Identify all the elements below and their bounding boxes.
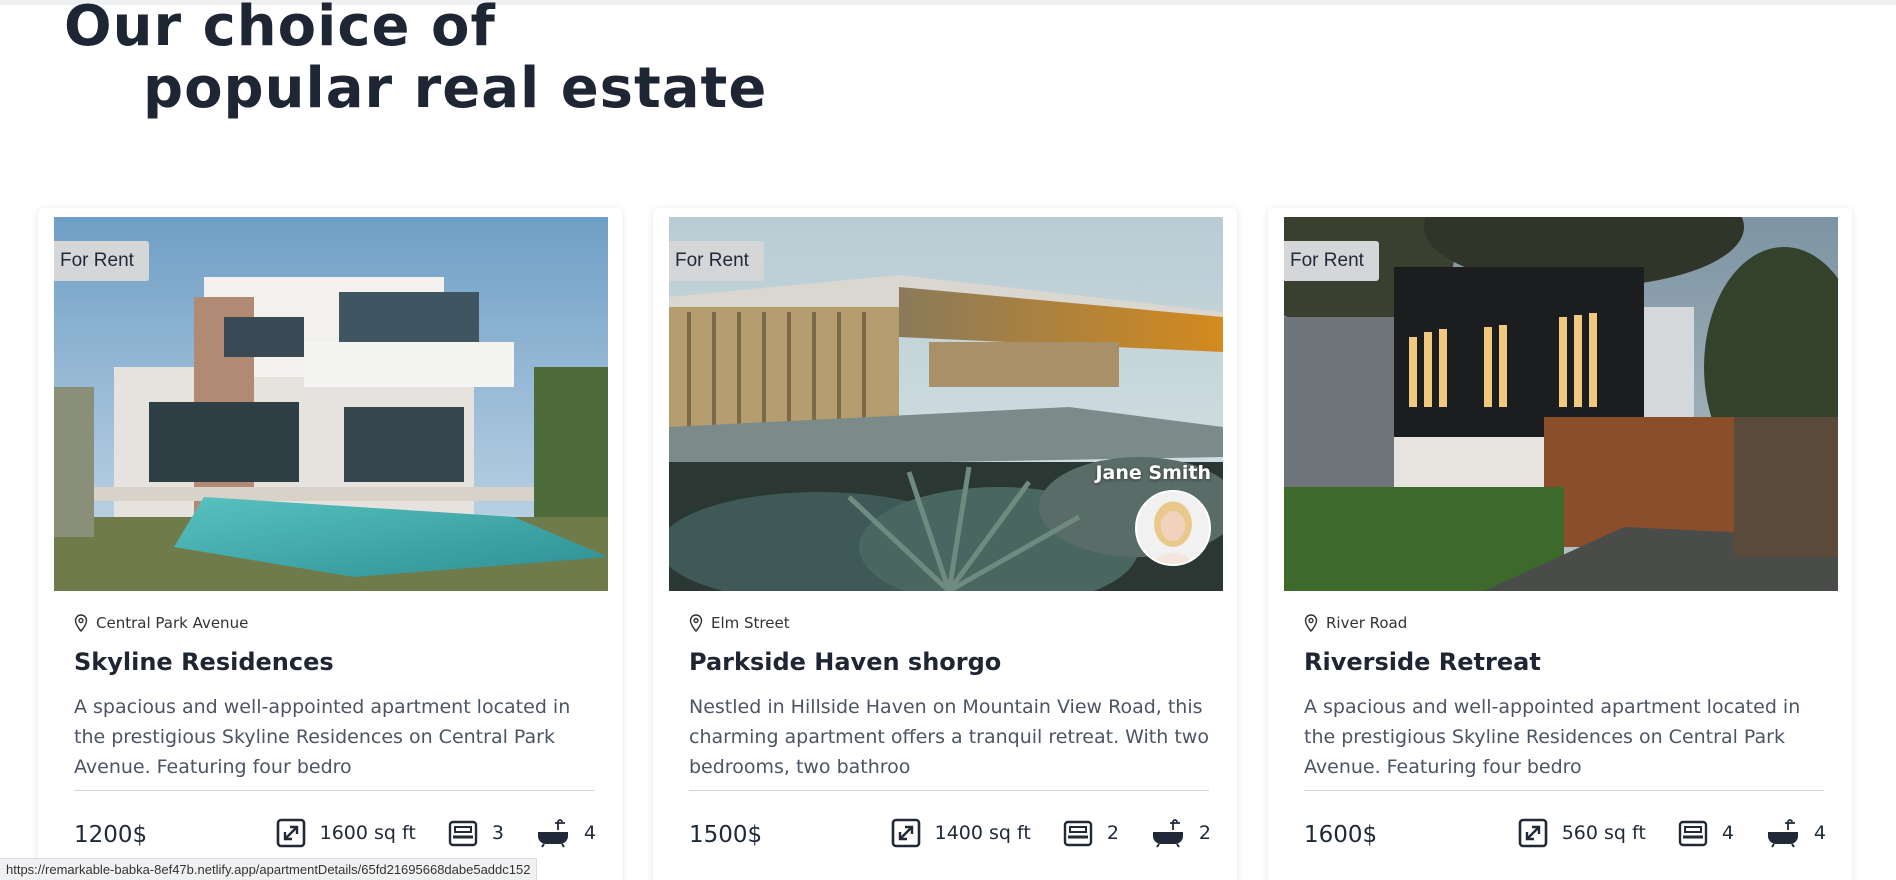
property-card[interactable]: For Rent Jane Smith Elm Street Parkside … <box>653 208 1237 880</box>
price: 1500$ <box>689 822 763 848</box>
location-label: Elm Street <box>711 614 790 632</box>
link-status-bar: https://remarkable-babka-8ef47b.netlify.… <box>0 858 538 880</box>
bedrooms-value: 2 <box>1106 822 1119 844</box>
bed-icon <box>1063 820 1093 847</box>
price: 1600$ <box>1304 822 1378 848</box>
property-description: Nestled in Hillside Haven on Mountain Vi… <box>689 696 1209 778</box>
divider <box>1304 790 1824 791</box>
property-photo[interactable]: For Rent Jane Smith <box>669 217 1223 591</box>
agent-portrait-image <box>1137 492 1209 564</box>
area-feature: 1600 sq ft <box>276 818 416 848</box>
property-title[interactable]: Skyline Residences <box>74 648 334 676</box>
bedrooms-feature: 2 <box>1063 818 1119 848</box>
map-pin-icon <box>1304 614 1318 632</box>
expand-icon <box>276 818 305 848</box>
property-photo[interactable]: For Rent <box>54 217 608 591</box>
bedrooms-value: 4 <box>1721 822 1734 844</box>
map-pin-icon <box>74 614 88 632</box>
property-description: A spacious and well-appointed apartment … <box>1304 696 1801 778</box>
location: River Road <box>1304 614 1407 632</box>
agent-info[interactable]: Jane Smith <box>1095 462 1211 566</box>
bedrooms-feature: 4 <box>1678 818 1734 848</box>
location: Elm Street <box>689 614 790 632</box>
property-card[interactable]: For Rent Central Park Avenue Skyline Res… <box>38 208 622 880</box>
divider <box>74 790 594 791</box>
bedrooms-feature: 3 <box>448 818 504 848</box>
bed-icon <box>448 820 478 847</box>
expand-icon <box>891 818 920 848</box>
area-value: 560 sq ft <box>1561 822 1646 844</box>
for-rent-badge: For Rent <box>1284 241 1379 281</box>
avatar[interactable] <box>1135 490 1211 566</box>
bathrooms-feature: 2 <box>1151 818 1211 848</box>
property-title[interactable]: Riverside Retreat <box>1304 648 1541 676</box>
bedrooms-value: 3 <box>491 822 504 844</box>
property-description: A spacious and well-appointed apartment … <box>74 696 571 778</box>
area-value: 1400 sq ft <box>934 822 1031 844</box>
price: 1200$ <box>74 822 148 848</box>
expand-icon <box>1518 818 1548 848</box>
for-rent-badge: For Rent <box>669 241 764 281</box>
bathtub-icon <box>1767 819 1798 848</box>
property-features: 560 sq ft 4 4 <box>1518 818 1826 848</box>
property-features: 1400 sq ft 2 2 <box>891 818 1211 848</box>
area-feature: 1400 sq ft <box>891 818 1031 848</box>
bathrooms-value: 4 <box>1813 822 1826 844</box>
heading-line-1: Our choice of <box>64 0 496 59</box>
bathrooms-feature: 4 <box>1766 818 1826 848</box>
location-label: River Road <box>1326 614 1408 632</box>
bathtub-icon <box>537 819 568 848</box>
property-features: 1600 sq ft 3 4 <box>276 818 596 848</box>
for-rent-badge: For Rent <box>54 241 149 281</box>
area-feature: 560 sq ft <box>1518 818 1646 848</box>
divider <box>689 790 1209 791</box>
map-pin-icon <box>689 614 703 632</box>
property-card[interactable]: For Rent River Road Riverside Retreat A … <box>1268 208 1852 880</box>
bathrooms-feature: 4 <box>536 818 596 848</box>
property-photo[interactable]: For Rent <box>1284 217 1838 591</box>
agent-name: Jane Smith <box>1095 462 1211 484</box>
location-label: Central Park Avenue <box>96 614 249 632</box>
location: Central Park Avenue <box>74 614 248 632</box>
property-title[interactable]: Parkside Haven shorgo <box>689 648 1001 676</box>
bathtub-icon <box>1152 819 1183 848</box>
bathrooms-value: 2 <box>1198 822 1211 844</box>
heading-line-2: popular real estate <box>143 56 768 121</box>
bed-icon <box>1678 820 1708 847</box>
area-value: 1600 sq ft <box>319 822 416 844</box>
bathrooms-value: 4 <box>583 822 596 844</box>
